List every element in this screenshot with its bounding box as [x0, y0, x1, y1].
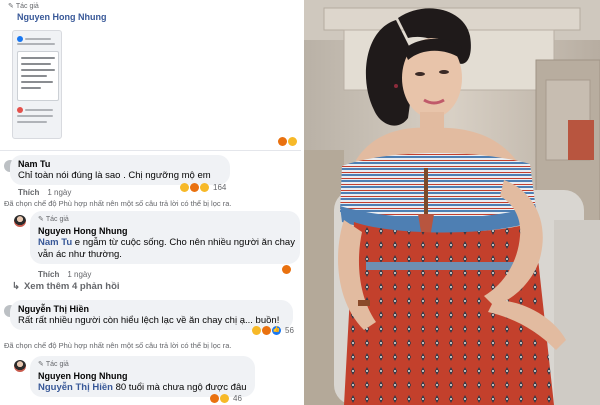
- divider: [0, 150, 301, 151]
- comment-reactions[interactable]: 164: [180, 183, 226, 192]
- reply-text: Nguyễn Thị Hiền 80 tuổi mà chưa ngộ được…: [38, 382, 247, 393]
- reply-reactions[interactable]: [282, 265, 291, 274]
- post-author-tag: ✎ Tác giả: [8, 2, 39, 11]
- like-link[interactable]: Thích: [38, 270, 59, 279]
- angry-reaction-icon: [210, 394, 219, 403]
- pen-icon: ✎: [38, 216, 44, 223]
- haha-reaction-icon: [252, 326, 261, 335]
- quoted-post-card: [17, 51, 59, 101]
- shared-screenshot-thumbnail[interactable]: [12, 30, 62, 139]
- reply-arrow-icon: ↳: [12, 281, 20, 292]
- avatar: [17, 36, 23, 42]
- haha-reaction-icon: [180, 183, 189, 192]
- angry-reaction-icon: [282, 265, 291, 274]
- haha-reaction-icon: [200, 183, 209, 192]
- view-more-replies-link[interactable]: ↳ Xem thêm 4 phản hồi: [12, 281, 120, 292]
- angry-reaction-icon: [278, 137, 287, 146]
- commenter-name[interactable]: Nguyễn Thị Hiền: [18, 304, 285, 314]
- reply-text-line2: vẫn ác như thường.: [38, 249, 122, 260]
- pen-icon: ✎: [8, 3, 14, 10]
- pen-icon: ✎: [38, 361, 44, 368]
- comment-bubble: Nam Tu Chỉ toàn nói đúng là sao . Chị ng…: [10, 155, 230, 185]
- avatar[interactable]: [14, 215, 26, 227]
- reply-author-name[interactable]: Nguyen Hong Nhung: [38, 226, 292, 236]
- reply-text: Nam Tu e ngẫm từ cuộc sống. Cho nên nhiề…: [38, 237, 295, 248]
- comment-meta: Thích 1 ngày: [18, 188, 72, 197]
- reply-author-tag: ✎ Tác giả: [38, 360, 69, 369]
- portrait-photo: [304, 0, 600, 405]
- reply-bubble: ✎ Tác giả Nguyen Hong Nhung Nguyễn Thị H…: [30, 356, 255, 397]
- haha-reaction-icon: [288, 137, 297, 146]
- comment-text: Rất rất nhiều người còn hiểu lệch lạc về…: [18, 315, 280, 326]
- reply-author-name[interactable]: Nguyen Hong Nhung: [38, 371, 247, 381]
- post-reactions[interactable]: [278, 137, 297, 146]
- angry-reaction-icon: [262, 326, 271, 335]
- filter-note: Đã chọn chế độ Phù hợp nhất nên một số c…: [4, 199, 232, 208]
- reply-meta: Thích 1 ngày: [38, 270, 92, 279]
- comment-screenshot-panel: ✎ Tác giả Nguyen Hong Nhung Nam Tu Chỉ t…: [0, 0, 301, 405]
- like-link[interactable]: Thích: [18, 188, 39, 197]
- filter-note: Đã chọn chế độ Phù hợp nhất nên một số c…: [4, 341, 232, 350]
- comment-bubble: Nguyễn Thị Hiền Rất rất nhiều người còn …: [10, 300, 293, 330]
- haha-reaction-icon: [220, 394, 229, 403]
- post-author-name[interactable]: Nguyen Hong Nhung: [17, 12, 107, 22]
- portrait-illustration: [304, 0, 600, 405]
- comment-reactions[interactable]: 👍 56: [252, 326, 294, 335]
- reply-author-tag: ✎ Tác giả: [38, 215, 69, 224]
- like-reaction-icon: 👍: [272, 326, 281, 335]
- reply-bubble: ✎ Tác giả Nguyen Hong Nhung Nam Tu e ngẫ…: [30, 211, 300, 264]
- reply-reactions[interactable]: 46: [210, 394, 242, 403]
- angry-reaction-icon: [190, 183, 199, 192]
- avatar: [17, 107, 23, 113]
- commenter-name[interactable]: Nam Tu: [18, 159, 222, 169]
- avatar[interactable]: [14, 360, 26, 372]
- comment-text: Chỉ toàn nói đúng là sao . Chị ngưỡng mộ…: [18, 170, 211, 181]
